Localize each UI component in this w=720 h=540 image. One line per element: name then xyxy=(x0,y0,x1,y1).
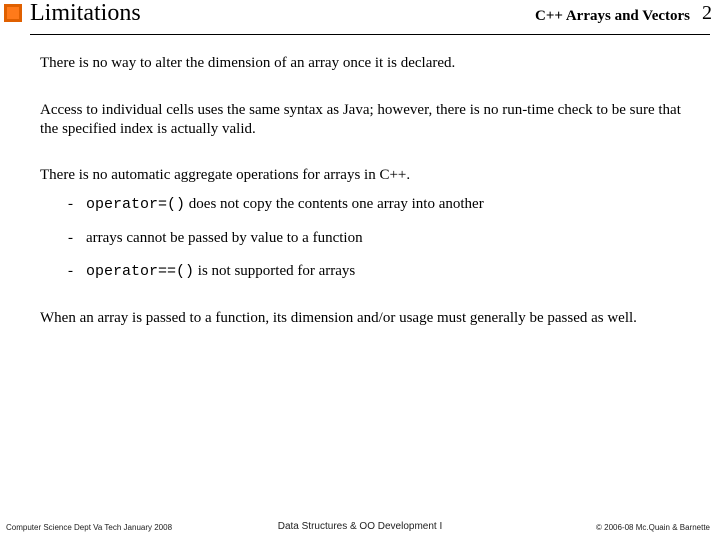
title-bullet-icon xyxy=(4,4,22,22)
paragraph: Access to individual cells uses the same… xyxy=(40,101,696,139)
code-span: operator=() xyxy=(86,196,185,213)
paragraph: When an array is passed to a function, i… xyxy=(40,309,696,328)
list-item-text: does not copy the contents one array int… xyxy=(185,196,484,212)
list-item: arrays cannot be passed by value to a fu… xyxy=(68,229,696,248)
code-span: operator==() xyxy=(86,263,194,280)
header-divider xyxy=(30,34,710,35)
slide-header: Limitations C++ Arrays and Vectors 2 xyxy=(0,0,720,36)
page-number: 2 xyxy=(702,2,712,25)
list-item: operator=() does not copy the contents o… xyxy=(68,195,696,215)
slide-body: There is no way to alter the dimension o… xyxy=(40,54,696,356)
bullet-list: operator=() does not copy the contents o… xyxy=(68,195,696,281)
list-item-text: is not supported for arrays xyxy=(194,263,355,279)
slide-topic: C++ Arrays and Vectors xyxy=(535,8,690,25)
slide-title: Limitations xyxy=(30,0,141,27)
paragraph: There is no automatic aggregate operatio… xyxy=(40,166,696,185)
slide: Limitations C++ Arrays and Vectors 2 The… xyxy=(0,0,720,540)
paragraph: There is no way to alter the dimension o… xyxy=(40,54,696,73)
footer-right: © 2006-08 Mc.Quain & Barnette xyxy=(596,523,710,532)
list-item: operator==() is not supported for arrays xyxy=(68,262,696,282)
list-item-text: arrays cannot be passed by value to a fu… xyxy=(86,230,363,246)
